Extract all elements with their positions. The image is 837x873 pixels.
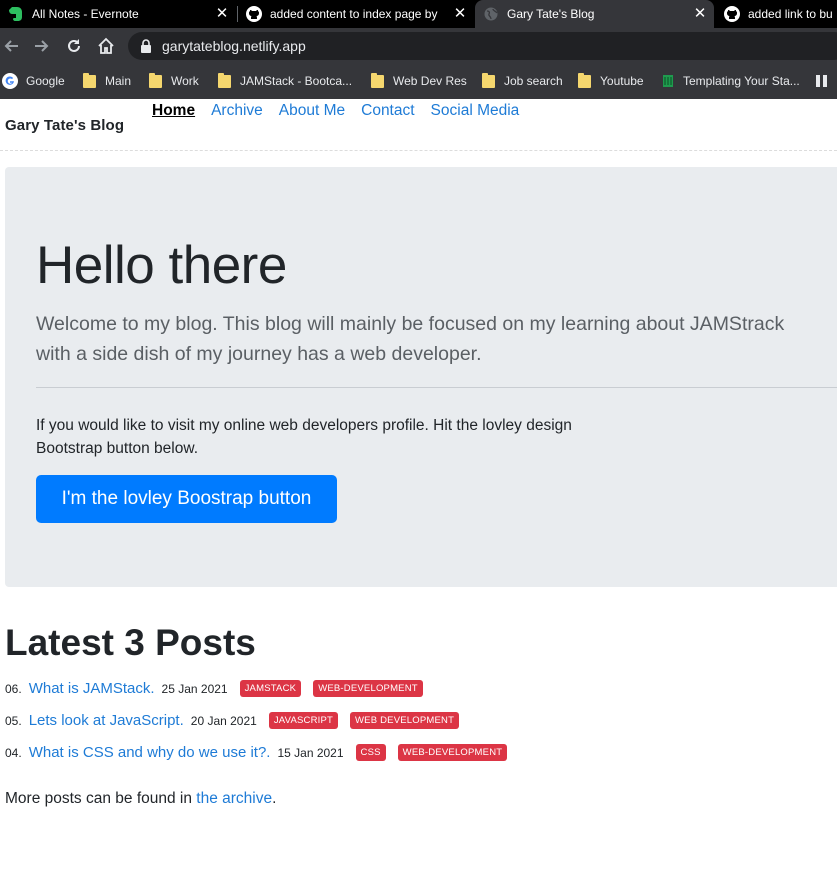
post-tag[interactable]: WEB-DEVELOPMENT bbox=[313, 680, 423, 697]
latest-posts-heading: Latest 3 Posts bbox=[5, 622, 256, 663]
site-navbar: Gary Tate's Blog Home Archive About Me C… bbox=[0, 99, 837, 151]
post-tag[interactable]: WEB DEVELOPMENT bbox=[350, 712, 460, 729]
bookmark-main[interactable]: Main bbox=[83, 72, 131, 90]
tab-title: All Notes - Evernote bbox=[32, 7, 139, 21]
site-brand[interactable]: Gary Tate's Blog bbox=[5, 117, 124, 134]
bookmarks-bar: Google Main Work JAMStack - Bootca... We… bbox=[0, 64, 837, 99]
post-title-link[interactable]: What is CSS and why do we use it?. bbox=[29, 744, 271, 761]
tab-title: added content to index page by bbox=[270, 7, 438, 21]
bookmark-web-dev-res[interactable]: Web Dev Res bbox=[371, 72, 467, 90]
github-icon bbox=[246, 6, 262, 22]
bookmark-google[interactable]: Google bbox=[2, 72, 65, 90]
post-date: 20 Jan 2021 bbox=[190, 713, 257, 728]
post-number: 05. bbox=[5, 713, 22, 728]
address-bar[interactable]: garytateblog.netlify.app bbox=[128, 32, 837, 60]
folder-icon bbox=[371, 72, 384, 88]
url-text: garytateblog.netlify.app bbox=[162, 38, 306, 54]
hero-text: If you would like to visit my online web… bbox=[36, 417, 572, 457]
bookmark-site-icon bbox=[663, 75, 673, 87]
bookmark-work[interactable]: Work bbox=[149, 72, 199, 90]
post-title-link[interactable]: Lets look at JavaScript. bbox=[29, 712, 184, 729]
lock-icon bbox=[140, 39, 152, 53]
nav-links: Home Archive About Me Contact Social Med… bbox=[152, 102, 535, 120]
nav-link-social-media[interactable]: Social Media bbox=[431, 102, 520, 120]
close-icon[interactable]: ✕ bbox=[692, 6, 708, 22]
post-date: 25 Jan 2021 bbox=[161, 681, 228, 696]
close-icon[interactable]: ✕ bbox=[214, 6, 230, 22]
tab-title: added link to bu bbox=[748, 7, 833, 21]
archive-link[interactable]: the archive bbox=[196, 790, 272, 807]
post-tag[interactable]: JAVASCRIPT bbox=[268, 712, 339, 729]
post-date: 15 Jan 2021 bbox=[277, 745, 344, 760]
close-icon[interactable]: ✕ bbox=[452, 6, 468, 22]
nav-link-contact[interactable]: Contact bbox=[361, 102, 414, 120]
tab-github-index[interactable]: added content to index page by ✕ bbox=[238, 0, 474, 28]
bookmark-label: Youtube bbox=[600, 74, 644, 88]
nav-link-home[interactable]: Home bbox=[152, 102, 195, 120]
tab-title: Gary Tate's Blog bbox=[507, 7, 595, 21]
github-icon bbox=[724, 6, 740, 22]
folder-icon bbox=[482, 72, 495, 88]
browser-toolbar: garytateblog.netlify.app bbox=[0, 28, 837, 64]
hero-lead: Welcome to my blog. This blog will mainl… bbox=[36, 313, 785, 365]
bookmark-job-search[interactable]: Job search bbox=[482, 72, 563, 90]
evernote-icon bbox=[8, 6, 24, 22]
tab-evernote[interactable]: All Notes - Evernote ✕ bbox=[0, 0, 236, 28]
tab-gary-tates-blog[interactable]: Gary Tate's Blog ✕ bbox=[475, 0, 714, 28]
bookmark-label: Google bbox=[26, 74, 65, 88]
bookmark-label: Main bbox=[105, 74, 132, 88]
post-tag[interactable]: WEB-DEVELOPMENT bbox=[397, 744, 508, 761]
bookmark-label: Web Dev Res bbox=[393, 74, 467, 88]
post-item: 04. What is CSS and why do we use it?. 1… bbox=[5, 744, 519, 761]
post-tag[interactable]: JAMSTACK bbox=[239, 680, 302, 697]
post-item: 06. What is JAMStack. 25 Jan 2021 JAMSTA… bbox=[5, 680, 435, 697]
post-item: 05. Lets look at JavaScript. 20 Jan 2021… bbox=[5, 712, 471, 729]
back-arrow-icon[interactable] bbox=[1, 36, 21, 56]
bookmark-label: Work bbox=[171, 74, 199, 88]
folder-icon bbox=[83, 72, 96, 88]
bookmark-jamstack[interactable]: JAMStack - Bootca... bbox=[218, 72, 352, 90]
bookmark-label: JAMStack - Bootca... bbox=[240, 74, 353, 88]
profile-button[interactable]: I'm the lovley Boostrap button bbox=[36, 475, 337, 523]
post-tag[interactable]: CSS bbox=[355, 744, 386, 761]
bookmark-youtube[interactable]: Youtube bbox=[578, 72, 644, 90]
post-number: 04. bbox=[5, 745, 22, 760]
folder-icon bbox=[149, 72, 162, 88]
globe-icon bbox=[483, 6, 499, 22]
folder-icon bbox=[578, 72, 591, 88]
forward-arrow-icon[interactable] bbox=[32, 36, 52, 56]
post-title-link[interactable]: What is JAMStack. bbox=[29, 680, 155, 697]
reload-icon[interactable] bbox=[64, 36, 84, 56]
more-posts-suffix: . bbox=[272, 790, 277, 807]
browser-tab-strip: All Notes - Evernote ✕ added content to … bbox=[0, 0, 837, 28]
hero-jumbotron: Hello there Welcome to my blog. This blo… bbox=[5, 167, 837, 587]
more-posts-prefix: More posts can be found in bbox=[5, 790, 197, 807]
google-icon bbox=[2, 73, 18, 89]
post-number: 06. bbox=[5, 681, 22, 696]
hero-title: Hello there bbox=[36, 236, 287, 295]
nav-link-archive[interactable]: Archive bbox=[211, 102, 263, 120]
nav-link-about-me[interactable]: About Me bbox=[279, 102, 345, 120]
bookmark-templating[interactable]: Templating Your Sta... bbox=[662, 72, 800, 90]
tab-github-link[interactable]: added link to bu bbox=[716, 0, 837, 28]
home-icon[interactable] bbox=[96, 36, 116, 56]
bookmark-label: Templating Your Sta... bbox=[683, 74, 800, 88]
bookmark-label: Job search bbox=[504, 74, 563, 88]
folder-icon bbox=[218, 72, 231, 88]
reading-list-icon[interactable] bbox=[815, 72, 829, 90]
divider bbox=[36, 387, 837, 388]
more-posts-text: More posts can be found in the archive. bbox=[5, 790, 276, 808]
